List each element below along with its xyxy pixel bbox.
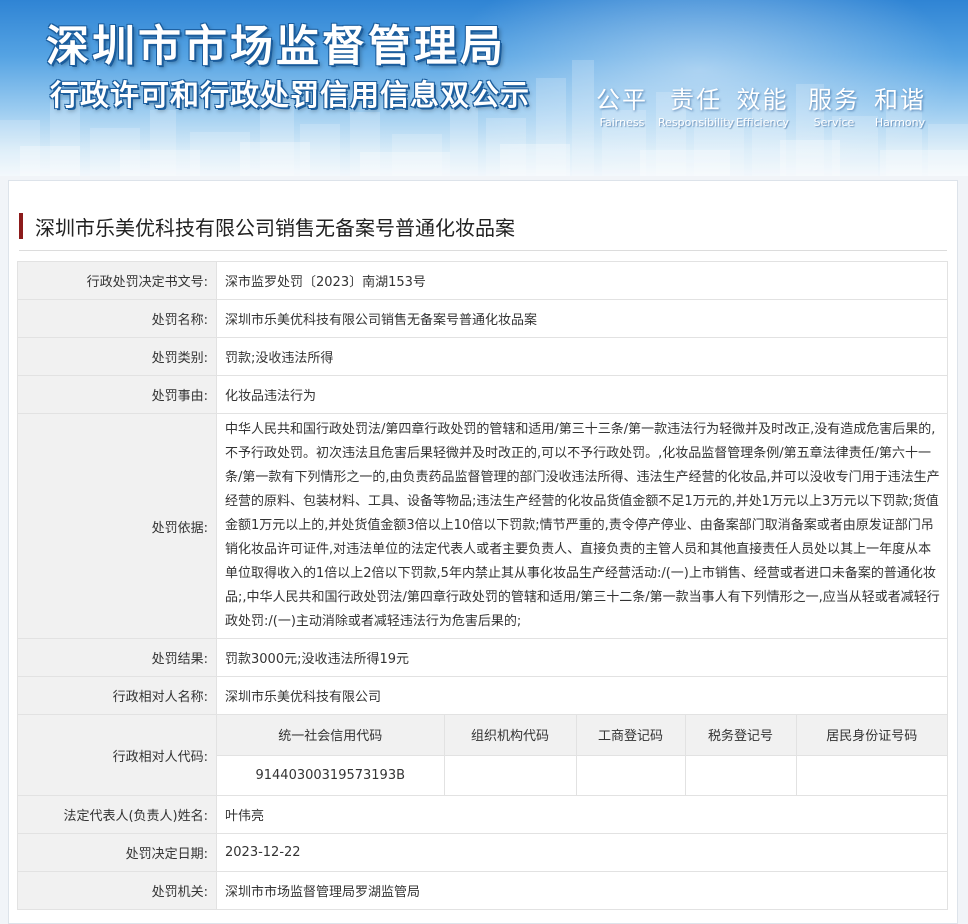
value-en: Responsibility [658, 116, 735, 129]
codes-header: 居民身份证号码 [795, 715, 947, 756]
field-value-reason: 化妆品违法行为 [216, 375, 948, 414]
value-en: Fairness [599, 116, 645, 129]
table-row: 处罚事由: 化妆品违法行为 [17, 375, 948, 414]
table-row: 处罚机关: 深圳市市场监督管理局罗湖监管局 [17, 871, 948, 910]
table-row: 行政相对人名称: 深圳市乐美优科技有限公司 [17, 676, 948, 715]
field-label: 处罚依据: [17, 413, 217, 639]
table-row: 行政相对人代码: 统一社会信用代码 组织机构代码 工商登记码 税务登记号 居民身… [17, 714, 948, 796]
field-label: 处罚事由: [17, 375, 217, 414]
field-label: 处罚机关: [17, 871, 217, 910]
field-label: 行政相对人代码: [17, 714, 217, 796]
tax-reg-value [684, 754, 797, 795]
value-zh: 和谐 [874, 86, 926, 114]
field-value-doc-no: 深市监罗处罚〔2023〕南湖153号 [216, 261, 948, 300]
banner-subtitle: 行政许可和行政处罚信用信息双公示 [50, 78, 531, 112]
field-label: 处罚结果: [17, 638, 217, 677]
codes-header: 工商登记码 [575, 715, 686, 756]
field-label: 法定代表人(负责人)姓名: [17, 795, 217, 834]
value-harmony: 和谐 Harmony [874, 80, 926, 129]
table-row: 处罚名称: 深圳市乐美优科技有限公司销售无备案号普通化妆品案 [17, 299, 948, 338]
value-en: Efficiency [736, 116, 789, 129]
codes-header: 组织机构代码 [443, 715, 577, 756]
codes-value-row: 91440300319573193B [217, 754, 947, 795]
codes-header-row: 统一社会信用代码 组织机构代码 工商登记码 税务登记号 居民身份证号码 [217, 715, 947, 756]
case-title: 深圳市乐美优科技有限公司销售无备案号普通化妆品案 [35, 216, 515, 240]
field-value-name: 深圳市乐美优科技有限公司销售无备案号普通化妆品案 [216, 299, 948, 338]
value-zh: 服务 [808, 86, 860, 114]
field-label: 行政处罚决定书文号: [17, 261, 217, 300]
field-label: 处罚决定日期: [17, 833, 217, 872]
value-en: Service [813, 116, 855, 129]
field-value-category: 罚款;没收违法所得 [216, 337, 948, 376]
field-value-authority: 深圳市市场监督管理局罗湖监管局 [216, 871, 948, 910]
field-value-party: 深圳市乐美优科技有限公司 [216, 676, 948, 715]
field-value-basis: 中华人民共和国行政处罚法/第四章行政处罚的管辖和适用/第三十三条/第一款违法行为… [216, 413, 948, 639]
content-card: 深圳市乐美优科技有限公司销售无备案号普通化妆品案 行政处罚决定书文号: 深市监罗… [8, 180, 958, 924]
value-zh: 效能 [736, 86, 789, 114]
org-code-value [443, 754, 577, 795]
id-card-value [795, 754, 947, 795]
codes-header: 统一社会信用代码 [217, 715, 445, 756]
value-fairness: 公平 Fairness [596, 80, 648, 129]
party-codes-table: 统一社会信用代码 组织机构代码 工商登记码 税务登记号 居民身份证号码 9144… [217, 715, 947, 795]
value-zh: 责任 [670, 86, 723, 114]
credit-code-value: 91440300319573193B [217, 754, 445, 795]
field-label: 处罚类别: [17, 337, 217, 376]
field-value-date: 2023-12-22 [216, 833, 948, 872]
title-accent-bar [19, 213, 23, 239]
penalty-info-table: 行政处罚决定书文号: 深市监罗处罚〔2023〕南湖153号 处罚名称: 深圳市乐… [17, 261, 948, 910]
table-row: 处罚依据: 中华人民共和国行政处罚法/第四章行政处罚的管辖和适用/第三十三条/第… [17, 413, 948, 639]
field-label: 处罚名称: [17, 299, 217, 338]
field-value-legal-rep: 叶伟亮 [216, 795, 948, 834]
value-responsibility: 责任 Responsibility [658, 80, 734, 129]
table-row: 行政处罚决定书文号: 深市监罗处罚〔2023〕南湖153号 [17, 261, 948, 300]
field-value-result: 罚款3000元;没收违法所得19元 [216, 638, 948, 677]
table-row: 处罚决定日期: 2023-12-22 [17, 833, 948, 872]
business-reg-value [575, 754, 686, 795]
value-service: 服务 Service [808, 80, 860, 129]
value-zh: 公平 [596, 86, 648, 114]
case-title-block: 深圳市乐美优科技有限公司销售无备案号普通化妆品案 [19, 213, 947, 251]
field-label: 行政相对人名称: [17, 676, 217, 715]
banner-title: 深圳市市场监督管理局 [46, 22, 506, 72]
table-row: 法定代表人(负责人)姓名: 叶伟亮 [17, 795, 948, 834]
table-row: 处罚结果: 罚款3000元;没收违法所得19元 [17, 638, 948, 677]
codes-header: 税务登记号 [684, 715, 797, 756]
table-row: 处罚类别: 罚款;没收违法所得 [17, 337, 948, 376]
value-efficiency: 效能 Efficiency [736, 80, 789, 129]
value-en: Harmony [874, 116, 926, 129]
header-banner: 深圳市市场监督管理局 行政许可和行政处罚信用信息双公示 公平 Fairness … [0, 0, 968, 176]
codes-cell: 统一社会信用代码 组织机构代码 工商登记码 税务登记号 居民身份证号码 9144… [216, 714, 948, 796]
